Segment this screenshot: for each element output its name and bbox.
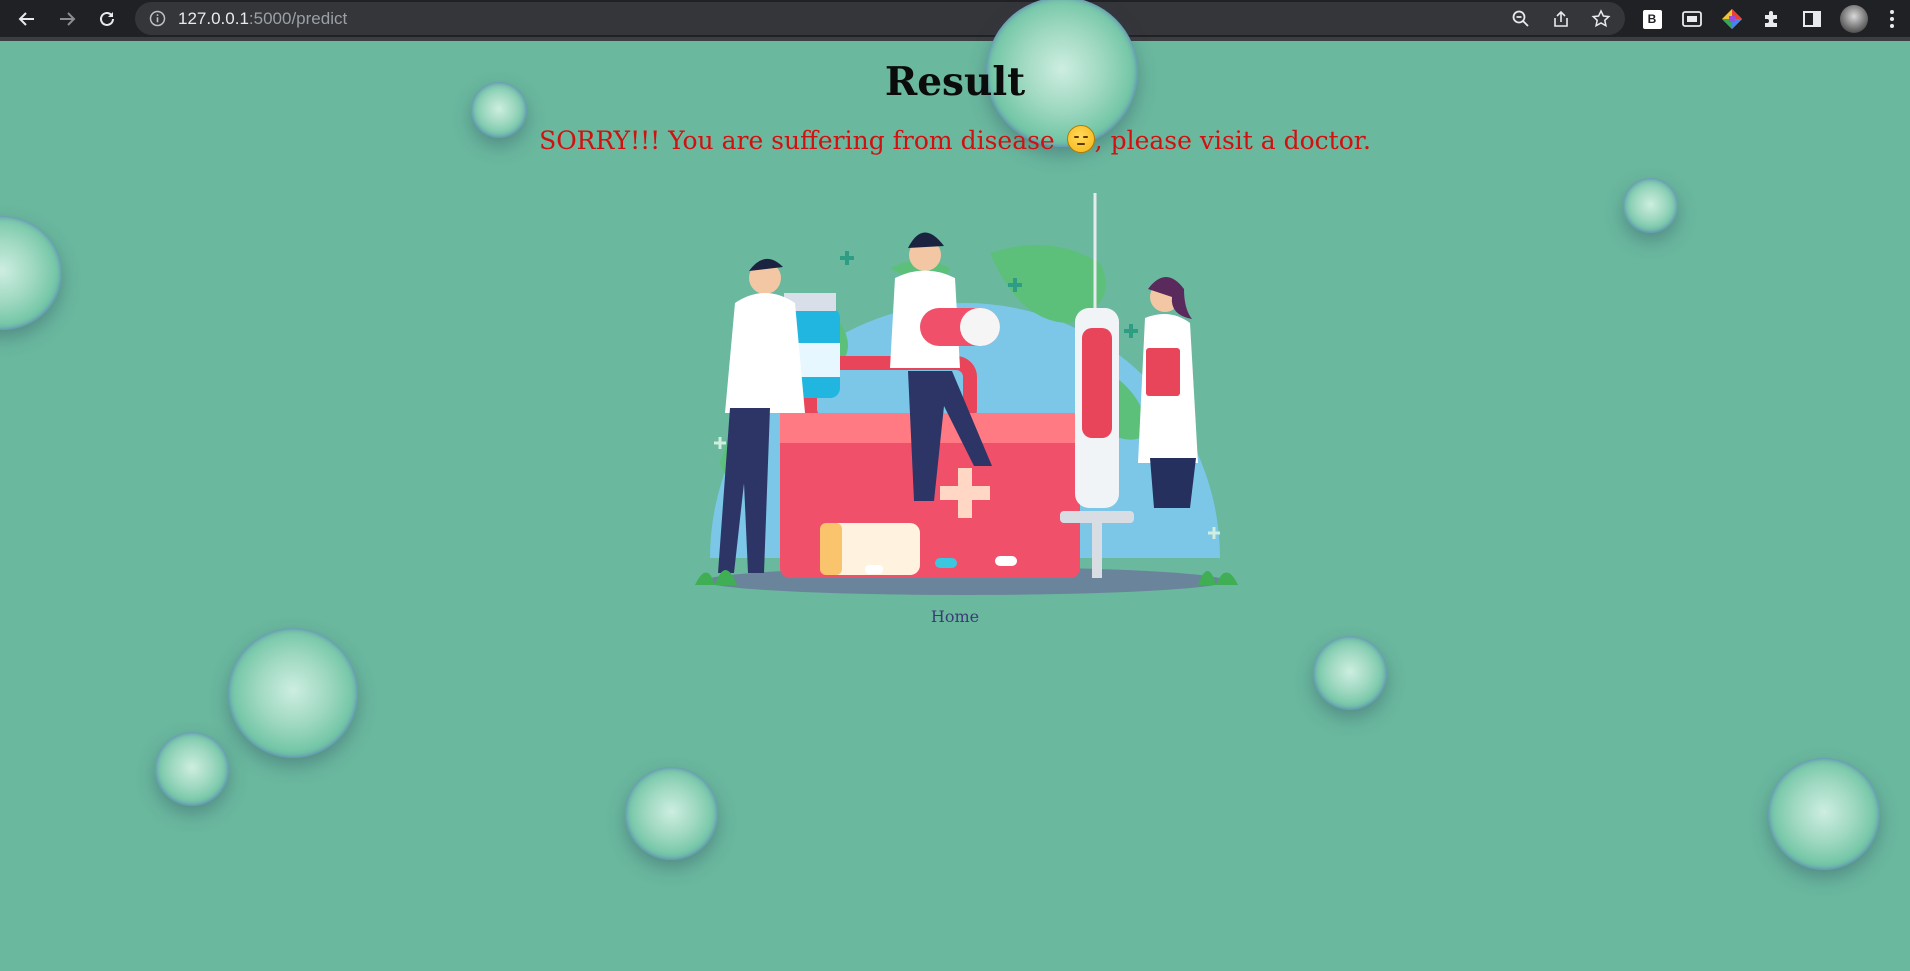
address-bar[interactable]: 127.0.0.1:5000/predict [135,2,1625,35]
decorative-bubble [1768,758,1880,870]
forward-button[interactable] [52,4,82,34]
decorative-bubble [625,767,718,860]
menu-kebab-icon [1890,10,1894,28]
picture-in-picture-icon [1682,11,1702,27]
decorative-bubble [0,216,62,330]
side-panel-icon [1803,11,1821,27]
side-panel-button[interactable] [1801,8,1823,30]
home-link[interactable]: Home [0,607,1910,626]
url-path: :5000/predict [248,9,348,28]
decorative-bubble [1623,178,1678,233]
result-message: SORRY!!! You are suffering from disease … [0,125,1910,155]
info-icon[interactable] [149,10,166,27]
result-message-text-end: , please visit a doctor. [1094,126,1371,155]
result-message-text: SORRY!!! You are suffering from disease [539,126,1063,155]
share-icon[interactable] [1551,9,1571,29]
extension-b-icon: B [1642,9,1662,29]
extensions-puzzle-icon [1765,11,1777,27]
url-text[interactable]: 127.0.0.1:5000/predict [178,9,347,29]
color-picker-extension-button[interactable] [1721,8,1743,30]
back-button[interactable] [12,4,42,34]
picture-in-picture-button[interactable] [1681,8,1703,30]
reload-button[interactable] [92,4,122,34]
extension-b-button[interactable]: B [1641,8,1663,30]
menu-button[interactable] [1881,8,1903,30]
back-icon [18,12,34,26]
page-title: Result [884,59,1026,105]
decorative-bubble [155,732,229,806]
url-host: 127.0.0.1 [178,9,249,28]
color-picker-icon [1722,9,1742,29]
profile-avatar[interactable] [1840,5,1868,33]
result-page: Result SORRY!!! You are suffering from d… [0,0,1910,971]
forward-icon [60,12,76,26]
reload-icon [100,11,114,26]
decorative-bubble [1313,636,1387,710]
extensions-button[interactable] [1761,8,1783,30]
browser-toolbar: 127.0.0.1:5000/predict B [0,0,1910,41]
bookmark-star-icon[interactable] [1591,9,1611,29]
medical-team-illustration [695,193,1238,595]
zoom-icon[interactable] [1511,9,1531,29]
decorative-bubble [228,628,358,758]
pensive-face-emoji-icon [1066,125,1095,153]
